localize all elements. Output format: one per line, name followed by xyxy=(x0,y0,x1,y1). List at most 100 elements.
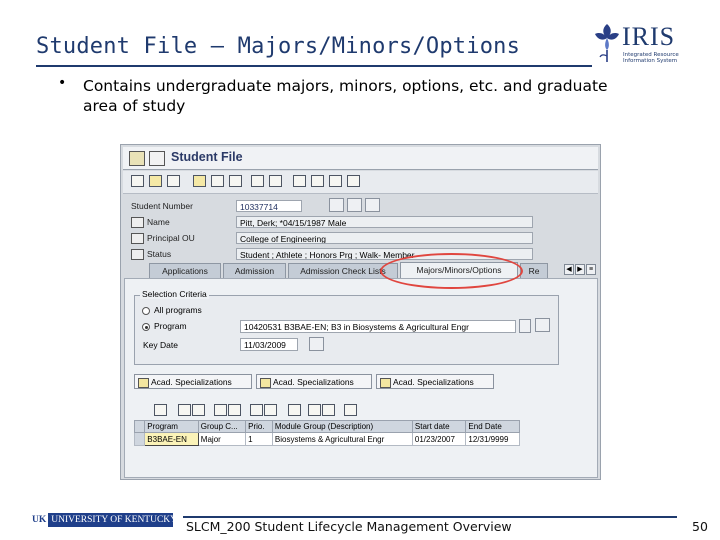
tab-admission[interactable]: Admission xyxy=(223,263,286,278)
list-icon[interactable] xyxy=(347,175,360,187)
student-number-label: Student Number xyxy=(131,201,193,211)
column-header[interactable]: Program xyxy=(144,420,199,433)
logo-name: IRIS xyxy=(622,22,676,51)
search-student-button[interactable] xyxy=(329,198,344,212)
student-photo-button[interactable] xyxy=(365,198,380,212)
bullet-text: Contains undergraduate majors, minors, o… xyxy=(83,77,608,115)
column-header[interactable]: End Date xyxy=(465,420,520,433)
menu-icon[interactable] xyxy=(129,151,145,166)
sap-student-file-window: Student File Student Number 10337714 Nam… xyxy=(120,144,601,480)
footer-text: SLCM_200 Student Lifecycle Management Ov… xyxy=(186,519,512,534)
program-cell[interactable]: B3BAE-EN xyxy=(144,432,199,446)
module-group-cell: Biosystems & Agricultural Engr xyxy=(271,432,413,446)
document-icon[interactable] xyxy=(251,175,264,187)
tab-applications[interactable]: Applications xyxy=(149,263,221,278)
change-icon[interactable] xyxy=(149,175,162,187)
status-icon xyxy=(131,249,144,261)
uk-logo: UK UNIVERSITY OF KENTUCKY xyxy=(30,513,173,527)
select-all-cell[interactable] xyxy=(133,420,146,433)
iris-logo: IRIS Integrated Resource Information Sys… xyxy=(592,20,682,68)
person-icon xyxy=(131,217,144,229)
program-grid: Program Group C... Prio. Module Group (D… xyxy=(133,420,520,446)
display-icon[interactable] xyxy=(167,175,180,187)
principal-ou-field: College of Engineering xyxy=(236,232,533,244)
tab-scroll-left-icon[interactable]: ◀ xyxy=(564,264,574,275)
end-date-cell: 12/31/9999 xyxy=(465,432,520,446)
create-icon[interactable] xyxy=(131,175,144,187)
hierarchy-icon[interactable] xyxy=(211,175,224,187)
save-icon[interactable] xyxy=(149,151,165,166)
logo-subtitle: Integrated Resource Information System xyxy=(623,52,679,64)
find-icon[interactable] xyxy=(214,404,227,416)
slide-title: Student File – Majors/Minors/Options xyxy=(36,34,521,59)
uk-mark: UK xyxy=(30,513,49,527)
select-icon[interactable] xyxy=(193,175,206,187)
layout-icon[interactable] xyxy=(322,404,335,416)
tab-strip: Applications Admission Admission Check L… xyxy=(124,262,599,279)
table-row[interactable]: B3BAE-EN Major 1 Biosystems & Agricultur… xyxy=(133,432,520,446)
application-toolbar xyxy=(123,171,598,194)
acad-specializations-button-1[interactable]: Acad. Specializations xyxy=(134,374,252,389)
acad-specializations-button-3[interactable]: Acad. Specializations xyxy=(376,374,494,389)
key-date-field[interactable]: 11/03/2009 xyxy=(240,338,298,351)
tab-scroll-right-icon[interactable]: ▶ xyxy=(575,264,585,275)
print-preview-icon[interactable] xyxy=(288,404,301,416)
university-name: UNIVERSITY OF KENTUCKY xyxy=(51,515,173,525)
acad-specializations-label-3: Acad. Specializations xyxy=(393,377,474,387)
program-field[interactable]: 10420531 B3BAE-EN; B3 in Biosystems & Ag… xyxy=(240,320,516,333)
student-details-button[interactable] xyxy=(347,198,362,212)
org-unit-icon xyxy=(131,233,144,245)
sort-descending-icon[interactable] xyxy=(192,404,205,416)
program-radio[interactable] xyxy=(142,323,150,331)
name-field: Pitt, Derk; *04/15/1987 Male xyxy=(236,216,533,228)
principal-ou-row: Principal OU xyxy=(131,233,195,245)
sap-title-bar: Student File xyxy=(123,147,598,170)
program-search-button[interactable] xyxy=(535,318,550,332)
iris-flower-icon xyxy=(595,24,619,62)
window-title: Student File xyxy=(171,150,243,164)
column-header[interactable]: Start date xyxy=(411,420,467,433)
export-icon[interactable] xyxy=(308,404,321,416)
principal-ou-label: Principal OU xyxy=(147,233,195,243)
calendar-icon[interactable] xyxy=(269,175,282,187)
group-cell: Major xyxy=(197,432,247,446)
name-row: Name xyxy=(131,217,170,229)
key-date-refresh-button[interactable] xyxy=(309,337,324,351)
status-label: Status xyxy=(147,249,172,259)
info-icon[interactable] xyxy=(344,404,357,416)
copy-icon[interactable] xyxy=(229,175,242,187)
check-icon[interactable] xyxy=(329,175,342,187)
display-document-icon xyxy=(380,378,391,388)
student-number-field[interactable]: 10337714 xyxy=(236,200,302,212)
print-icon[interactable] xyxy=(293,175,306,187)
acad-specializations-label-1: Acad. Specializations xyxy=(151,377,232,387)
details-icon[interactable] xyxy=(154,404,167,416)
name-label: Name xyxy=(147,217,170,227)
column-header[interactable]: Group C... xyxy=(197,420,247,433)
program-label: Program xyxy=(154,321,187,331)
program-details-button[interactable] xyxy=(519,319,531,333)
row-selector[interactable] xyxy=(133,432,146,446)
column-header[interactable]: Prio. xyxy=(245,420,273,433)
key-date-label: Key Date xyxy=(143,340,178,350)
tab-re[interactable]: Re xyxy=(520,263,548,278)
all-programs-label: All programs xyxy=(154,305,202,315)
grid-toolbar xyxy=(134,404,557,418)
highlight-ellipse xyxy=(380,253,523,289)
folder-icon[interactable] xyxy=(311,175,324,187)
majors-minors-panel: Selection Criteria All programs Program … xyxy=(124,278,598,478)
sum-icon[interactable] xyxy=(264,404,277,416)
find-next-icon[interactable] xyxy=(228,404,241,416)
all-programs-radio[interactable] xyxy=(142,307,150,315)
tab-list-icon[interactable]: ≡ xyxy=(586,264,596,275)
acad-specializations-button-2[interactable]: Acad. Specializations xyxy=(256,374,372,389)
column-header[interactable]: Module Group (Description) xyxy=(271,420,413,433)
sort-ascending-icon[interactable] xyxy=(178,404,191,416)
start-date-cell: 01/23/2007 xyxy=(411,432,467,446)
page-number: 50 xyxy=(692,519,708,534)
selection-criteria-group: Selection Criteria All programs Program … xyxy=(134,289,559,365)
filter-icon[interactable] xyxy=(250,404,263,416)
grid-header-row: Program Group C... Prio. Module Group (D… xyxy=(133,420,520,433)
selection-criteria-legend: Selection Criteria xyxy=(140,289,209,299)
status-row: Status xyxy=(131,249,172,261)
